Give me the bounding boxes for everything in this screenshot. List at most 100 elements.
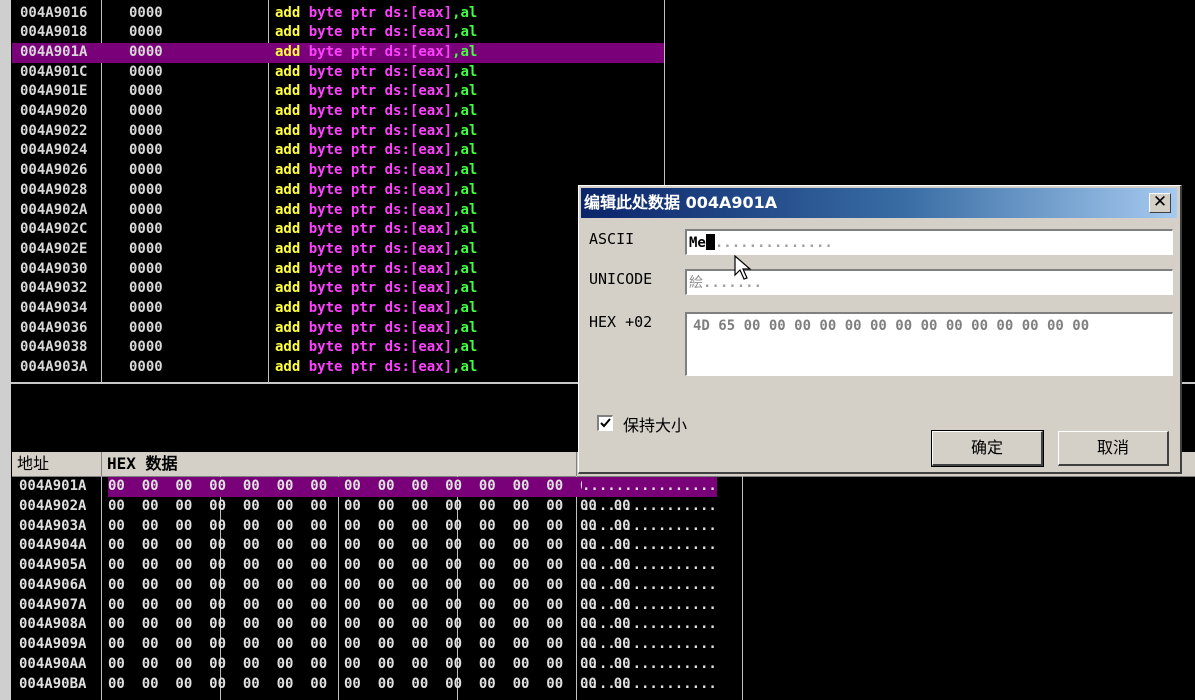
disasm-row[interactable]: 004A9032 0000 add byte ptr ds:[eax],al [12,279,664,299]
disasm-row[interactable]: 004A902E 0000 add byte ptr ds:[eax],al [12,240,664,260]
asm-memory-operand: ds:[eax] [384,24,453,41]
asm-ptr: ptr [350,240,377,257]
asm-ptr: ptr [350,359,377,376]
cancel-button[interactable]: 取消 [1058,431,1169,466]
asm-ptr: ptr [350,83,377,100]
asm-ptr: ptr [350,300,377,316]
disasm-address: 004A9030 [20,260,88,277]
disasm-row[interactable]: 004A9036 0000 add byte ptr ds:[eax],al [12,319,664,339]
disasm-instruction: add byte ptr ds:[eax],al [275,319,477,339]
disasm-row[interactable]: 004A9034 0000 add byte ptr ds:[eax],al [12,299,664,319]
dump-row[interactable]: 004A909A 00 00 00 00 00 00 00 00 00 00 00… [12,635,742,655]
disasm-row[interactable]: 004A902C 0000 add byte ptr ds:[eax],al [12,220,664,240]
disasm-instruction: add byte ptr ds:[eax],al [275,23,477,43]
dump-row[interactable]: 004A901A 00 00 00 00 00 00 00 00 00 00 00… [12,477,742,497]
asm-register: ,al [452,181,478,198]
pane-left-edge [0,0,11,382]
address-column-header[interactable]: 地址 [12,452,102,476]
dump-row[interactable]: 004A908A 00 00 00 00 00 00 00 00 00 00 00… [12,615,742,635]
dump-hex-bytes: 00 00 00 00 00 00 00 00 00 00 00 00 00 0… [108,477,631,497]
pane-left-edge [0,452,11,700]
asm-memory-operand: ds:[eax] [384,319,453,336]
asm-register: ,al [452,63,478,80]
dump-row[interactable]: 004A903A 00 00 00 00 00 00 00 00 00 00 00… [12,517,742,537]
dump-hex-bytes: 00 00 00 00 00 00 00 00 00 00 00 00 00 0… [108,497,631,514]
ok-button[interactable]: 确定 [931,430,1044,467]
asm-mnemonic: add [275,43,301,60]
disasm-row[interactable]: 004A901C 0000 add byte ptr ds:[eax],al [12,63,664,83]
keep-size-label[interactable]: 保持大小 [623,412,687,436]
dump-row[interactable]: 004A905A 00 00 00 00 00 00 00 00 00 00 00… [12,556,742,576]
asm-register: ,al [452,83,478,100]
disasm-row[interactable]: 004A9016 0000 add byte ptr ds:[eax],al [12,4,664,24]
asm-size: byte [308,221,343,238]
dump-ascii: ................ [582,636,717,652]
asm-ptr: ptr [350,339,377,356]
disasm-row[interactable]: 004A9022 0000 add byte ptr ds:[eax],al [12,122,664,142]
disasm-row[interactable]: 004A9020 0000 add byte ptr ds:[eax],al [12,102,664,122]
asm-size: byte [308,339,343,356]
asm-size: byte [308,83,343,100]
asm-size: byte [308,24,343,41]
dump-row[interactable]: 004A90AA 00 00 00 00 00 00 00 00 00 00 00… [12,655,742,675]
hex-label: HEX +02 [589,313,653,331]
dump-row[interactable]: 004A902A 00 00 00 00 00 00 00 00 00 00 00… [12,497,742,517]
hex-input[interactable]: 4D 65 00 00 00 00 00 00 00 00 00 00 00 0… [685,312,1173,376]
asm-ptr: ptr [350,260,377,277]
ascii-input[interactable]: Me.............. [685,229,1173,255]
dialog-titlebar[interactable]: 编辑此处数据 004A901A ✕ [581,188,1177,218]
asm-size: byte [308,319,343,336]
asm-memory-operand: ds:[eax] [384,240,453,257]
asm-size: byte [308,43,343,60]
asm-ptr: ptr [350,201,377,218]
keep-size-checkbox[interactable] [597,415,613,431]
dump-row[interactable]: 004A904A 00 00 00 00 00 00 00 00 00 00 00… [12,536,742,556]
disasm-row[interactable]: 004A902A 0000 add byte ptr ds:[eax],al [12,201,664,221]
asm-mnemonic: add [275,142,301,159]
disasm-row[interactable]: 004A9028 0000 add byte ptr ds:[eax],al [12,181,664,201]
asm-size: byte [308,122,343,139]
disasm-address: 004A901C [20,63,88,80]
asm-register: ,al [452,4,478,21]
asm-mnemonic: add [275,300,301,316]
dump-address: 004A908A [19,616,87,633]
disasm-hex-bytes: 0000 [129,280,163,297]
disasm-instruction: add byte ptr ds:[eax],al [275,141,477,161]
disasm-address: 004A901A [20,43,88,60]
dump-row[interactable]: 004A906A 00 00 00 00 00 00 00 00 00 00 00… [12,576,742,596]
ascii-value: Me [689,235,706,251]
memory-dump-pane[interactable]: 地址 HEX 数据 004A901A 00 00 00 00 00 00 00 0… [0,452,1195,700]
unicode-value: 絵 [689,275,703,291]
dump-ascii: ................ [582,576,717,593]
disasm-row[interactable]: 004A9024 0000 add byte ptr ds:[eax],al [12,141,664,161]
disasm-row[interactable]: 004A901E 0000 add byte ptr ds:[eax],al [12,82,664,102]
dump-ascii: ................ [582,477,717,497]
close-button[interactable]: ✕ [1149,193,1171,213]
disasm-row[interactable]: 004A903A 0000 add byte ptr ds:[eax],al [12,358,664,378]
asm-size: byte [308,4,343,21]
hex-column-header[interactable]: HEX 数据 [102,452,577,476]
asm-size: byte [308,181,343,198]
ascii-placeholder-fill: .............. [714,235,833,251]
close-icon: ✕ [1152,192,1168,212]
disasm-row[interactable]: 004A9038 0000 add byte ptr ds:[eax],al [12,338,664,358]
asm-ptr: ptr [350,63,377,80]
asm-register: ,al [452,240,478,257]
dump-row[interactable]: 004A90BA 00 00 00 00 00 00 00 00 00 00 00… [12,675,742,695]
dump-address: 004A901A [19,478,87,494]
asm-ptr: ptr [350,142,377,159]
dump-address: 004A906A [19,576,87,593]
disasm-row[interactable]: 004A9026 0000 add byte ptr ds:[eax],al [12,161,664,181]
unicode-input[interactable]: 絵....... [685,269,1173,295]
disasm-address: 004A9032 [20,280,88,297]
disasm-address: 004A902C [20,221,88,238]
asm-memory-operand: ds:[eax] [384,4,453,21]
disasm-hex-bytes: 0000 [129,240,163,257]
asm-register: ,al [452,260,478,277]
dump-address: 004A903A [19,517,87,534]
mouse-pointer-icon [734,255,752,280]
dump-row[interactable]: 004A907A 00 00 00 00 00 00 00 00 00 00 00… [12,596,742,616]
disasm-row[interactable]: 004A901A 0000 add byte ptr ds:[eax],al [12,42,664,63]
disasm-row[interactable]: 004A9018 0000 add byte ptr ds:[eax],al [12,23,664,43]
disasm-row[interactable]: 004A9030 0000 add byte ptr ds:[eax],al [12,260,664,280]
